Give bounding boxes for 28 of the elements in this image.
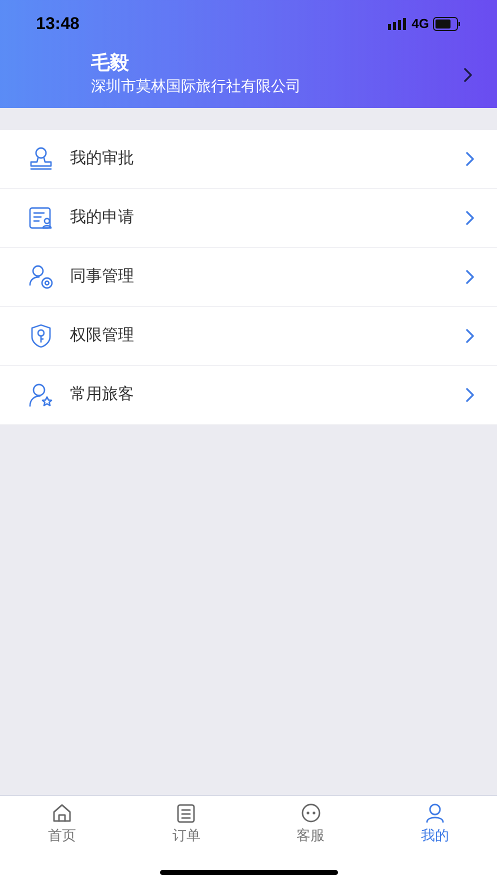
status-time: 13:48 (36, 13, 80, 36)
chat-bubble-icon (300, 802, 322, 824)
chevron-right-icon (465, 328, 475, 344)
tab-item[interactable]: 我的 (372, 796, 497, 851)
menu-label: 权限管理 (70, 326, 135, 346)
list-document-icon (175, 802, 198, 824)
chevron-right-icon (465, 210, 475, 226)
chevron-right-icon (465, 387, 475, 403)
company-name: 深圳市莫林国际旅行社有限公司 (91, 77, 301, 97)
profile-header[interactable]: 13:48 4G 毛毅 深圳市莫林国际旅行社有限公司 (0, 0, 497, 108)
user-name: 毛毅 (91, 52, 130, 76)
menu-label: 我的申请 (70, 208, 135, 228)
person-gear-icon (27, 263, 55, 291)
home-icon (51, 802, 74, 824)
menu-label: 常用旅客 (70, 384, 135, 405)
person-icon (424, 802, 446, 824)
chevron-right-icon (465, 151, 475, 167)
chevron-right-icon (463, 67, 473, 83)
network-label: 4G (412, 15, 429, 34)
tab-item[interactable]: 订单 (124, 796, 248, 851)
person-star-icon (27, 381, 55, 409)
tab-item[interactable]: 客服 (248, 796, 373, 851)
signal-icon (388, 18, 408, 30)
tab-item[interactable]: 首页 (0, 796, 124, 851)
battery-icon (433, 17, 461, 31)
chevron-right-icon (465, 269, 475, 285)
menu-label: 同事管理 (70, 266, 135, 287)
menu-label: 我的审批 (70, 148, 135, 169)
